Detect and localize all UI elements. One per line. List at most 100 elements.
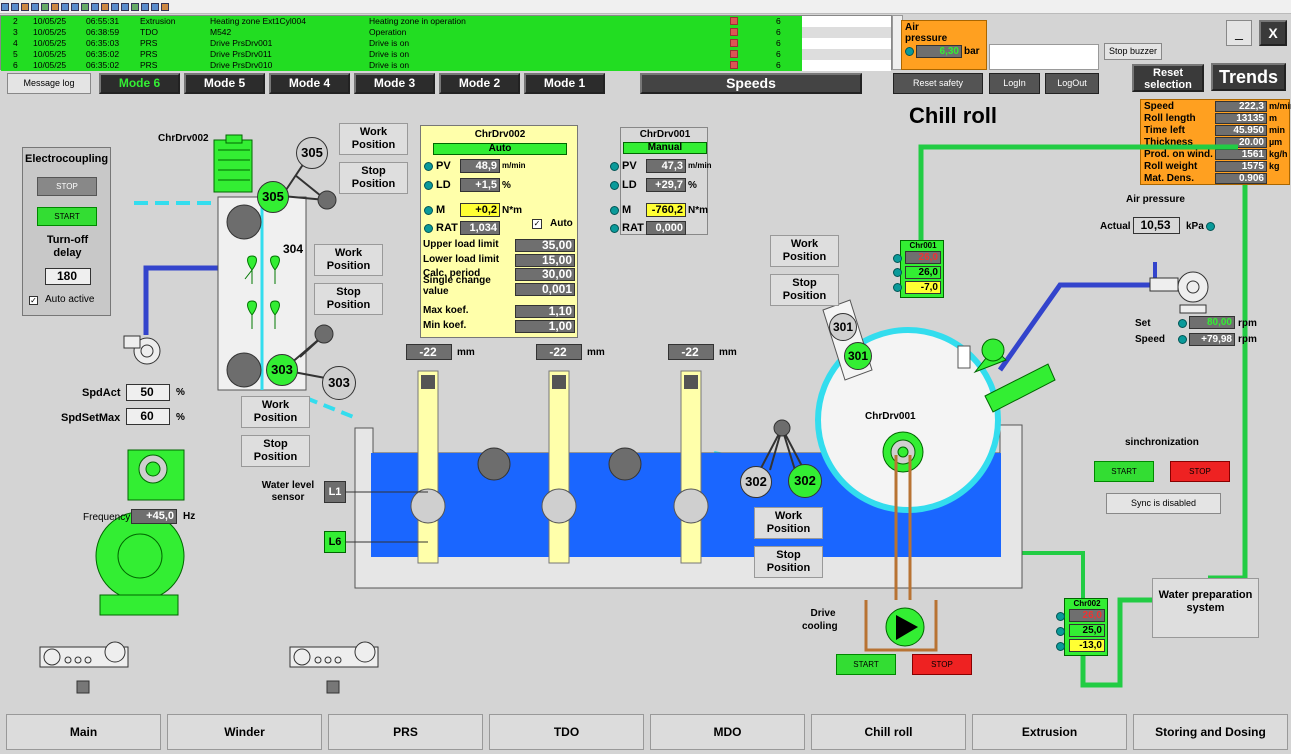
- param-value[interactable]: 30,00: [515, 268, 575, 281]
- water-preparation-system[interactable]: Water preparation system: [1152, 578, 1259, 638]
- coupling-start-button[interactable]: START: [37, 207, 97, 226]
- toolbar-icon[interactable]: [121, 3, 129, 11]
- circle-305[interactable]: 305: [257, 181, 289, 213]
- toolbar-icon[interactable]: [51, 3, 59, 11]
- alarm-ack-icon[interactable]: [730, 17, 738, 25]
- toolbar-icon[interactable]: [151, 3, 159, 11]
- close-button[interactable]: X: [1259, 20, 1287, 46]
- alarm-cell-n: 5: [13, 49, 18, 59]
- circle-305-grey[interactable]: 305: [296, 137, 328, 169]
- login-button[interactable]: LogIn: [989, 73, 1040, 94]
- param-value[interactable]: 35,00: [515, 239, 575, 252]
- fan-set-field[interactable]: 80,00: [1189, 316, 1235, 329]
- work-position-button[interactable]: Work Position: [339, 123, 408, 155]
- alarm-ack-icon[interactable]: [730, 61, 738, 69]
- param-value[interactable]: 1,00: [515, 319, 575, 333]
- circle-301[interactable]: 301: [844, 342, 872, 370]
- toolbar-icon[interactable]: [41, 3, 49, 11]
- toolbar-icon[interactable]: [91, 3, 99, 11]
- toolbar-icon[interactable]: [141, 3, 149, 11]
- work-position-button[interactable]: Work Position: [314, 244, 383, 276]
- reset-selection-button[interactable]: Reset selection: [1132, 64, 1204, 92]
- param-value[interactable]: 15,00: [515, 253, 575, 267]
- message-log-button[interactable]: Message log: [7, 73, 91, 94]
- mode-tab-mode-1[interactable]: Mode 1: [524, 73, 605, 94]
- cooling-start-button[interactable]: START: [836, 654, 896, 675]
- toolbar-icon[interactable]: [131, 3, 139, 11]
- nav-tab-storing-and-dosing[interactable]: Storing and Dosing: [1133, 714, 1288, 750]
- nav-tab-extrusion[interactable]: Extrusion: [972, 714, 1127, 750]
- coupling-stop-button[interactable]: STOP: [37, 177, 97, 196]
- nav-tab-mdo[interactable]: MDO: [650, 714, 805, 750]
- sync-start-button[interactable]: START: [1094, 461, 1154, 482]
- drive-value-m[interactable]: +0,2: [460, 203, 500, 217]
- mode-tab-mode-6[interactable]: Mode 6: [99, 73, 180, 94]
- param-label: Upper load limit: [423, 239, 499, 250]
- alarm-row[interactable]: 3 10/05/25 06:38:59 TDO M542 Operation 6: [1, 27, 891, 38]
- speeds-button[interactable]: Speeds: [640, 73, 862, 94]
- drive-mode-badge[interactable]: Manual: [623, 142, 707, 154]
- nav-tab-prs[interactable]: PRS: [328, 714, 483, 750]
- input-box[interactable]: [989, 44, 1099, 70]
- param-value[interactable]: 0,001: [515, 282, 575, 296]
- alarm-row[interactable]: 6 10/05/25 06:35:02 PRS Drive PrsDrv010 Drive…: [1, 60, 891, 71]
- nav-tab-winder[interactable]: Winder: [167, 714, 322, 750]
- alarm-ack-icon[interactable]: [730, 39, 738, 47]
- stop-position-button[interactable]: Stop Position: [770, 274, 839, 306]
- turnoff-delay-field[interactable]: 180: [45, 268, 91, 285]
- alarm-ack-icon[interactable]: [730, 28, 738, 36]
- reset-safety-button[interactable]: Reset safety: [893, 73, 983, 94]
- mode-tab-mode-3[interactable]: Mode 3: [354, 73, 435, 94]
- logout-button[interactable]: LogOut: [1045, 73, 1099, 94]
- mode-tab-mode-2[interactable]: Mode 2: [439, 73, 520, 94]
- sync-stop-button[interactable]: STOP: [1170, 461, 1230, 482]
- work-position-button[interactable]: Work Position: [770, 235, 839, 267]
- nav-tab-tdo[interactable]: TDO: [489, 714, 644, 750]
- cooling-stop-button[interactable]: STOP: [912, 654, 972, 675]
- trends-button[interactable]: Trends: [1211, 63, 1286, 91]
- stop-position-button[interactable]: Stop Position: [754, 546, 823, 578]
- nav-tab-main[interactable]: Main: [6, 714, 161, 750]
- toolbar-icon[interactable]: [101, 3, 109, 11]
- alarm-row[interactable]: 2 10/05/25 06:55:31 Extrusion Heating zone E…: [1, 16, 891, 27]
- auto-checkbox[interactable]: ✓: [532, 219, 542, 229]
- toolbar-icon[interactable]: [111, 3, 119, 11]
- stop-buzzer-button[interactable]: Stop buzzer: [1104, 43, 1162, 60]
- toolbar-icon[interactable]: [1, 3, 9, 11]
- alarm-row[interactable]: 4 10/05/25 06:35:03 PRS Drive PrsDrv001 Drive…: [1, 38, 891, 49]
- circle-303[interactable]: 303: [266, 354, 298, 386]
- circle-303-grey[interactable]: 303: [322, 366, 356, 400]
- alarm-ack-icon[interactable]: [730, 50, 738, 58]
- alarm-cell-area: PRS: [140, 60, 158, 70]
- circle-302-grey[interactable]: 302: [740, 466, 772, 498]
- toolbar-icon[interactable]: [11, 3, 19, 11]
- nav-tab-chill-roll[interactable]: Chill roll: [811, 714, 966, 750]
- circle-301-grey[interactable]: 301: [829, 313, 857, 341]
- work-position-button[interactable]: Work Position: [754, 507, 823, 539]
- drive-unit-ld: %: [502, 180, 511, 191]
- spd-set-field[interactable]: 60: [126, 408, 170, 425]
- toolbar-icon[interactable]: [81, 3, 89, 11]
- minimize-button[interactable]: _: [1226, 20, 1252, 46]
- work-position-button[interactable]: Work Position: [241, 396, 310, 428]
- alarm-cell-lvl: 6: [776, 60, 781, 70]
- circle-302[interactable]: 302: [788, 464, 822, 498]
- drive-mode-badge[interactable]: Auto: [433, 143, 567, 155]
- mode-tab-mode-5[interactable]: Mode 5: [184, 73, 265, 94]
- toolbar-icon[interactable]: [31, 3, 39, 11]
- alarm-cell-time: 06:55:31: [86, 16, 120, 26]
- param-value[interactable]: 1,10: [515, 305, 575, 318]
- stop-position-button[interactable]: Stop Position: [339, 162, 408, 194]
- alarm-cell-extra: [802, 60, 891, 71]
- toolbar-icon[interactable]: [21, 3, 29, 11]
- stop-position-button[interactable]: Stop Position: [314, 283, 383, 315]
- toolbar-icon[interactable]: [61, 3, 69, 11]
- alarm-row[interactable]: 5 10/05/25 06:35:02 PRS Drive PrsDrv011 Drive…: [1, 49, 891, 60]
- drive-value-m[interactable]: -760,2: [646, 203, 686, 217]
- toolbar-icon[interactable]: [161, 3, 169, 11]
- mode-tab-mode-4[interactable]: Mode 4: [269, 73, 350, 94]
- toolbar-icon[interactable]: [71, 3, 79, 11]
- alarm-log[interactable]: 2 10/05/25 06:55:31 Extrusion Heating zone E…: [0, 15, 892, 71]
- auto-active-checkbox[interactable]: ✓: [29, 296, 38, 305]
- stop-position-button[interactable]: Stop Position: [241, 435, 310, 467]
